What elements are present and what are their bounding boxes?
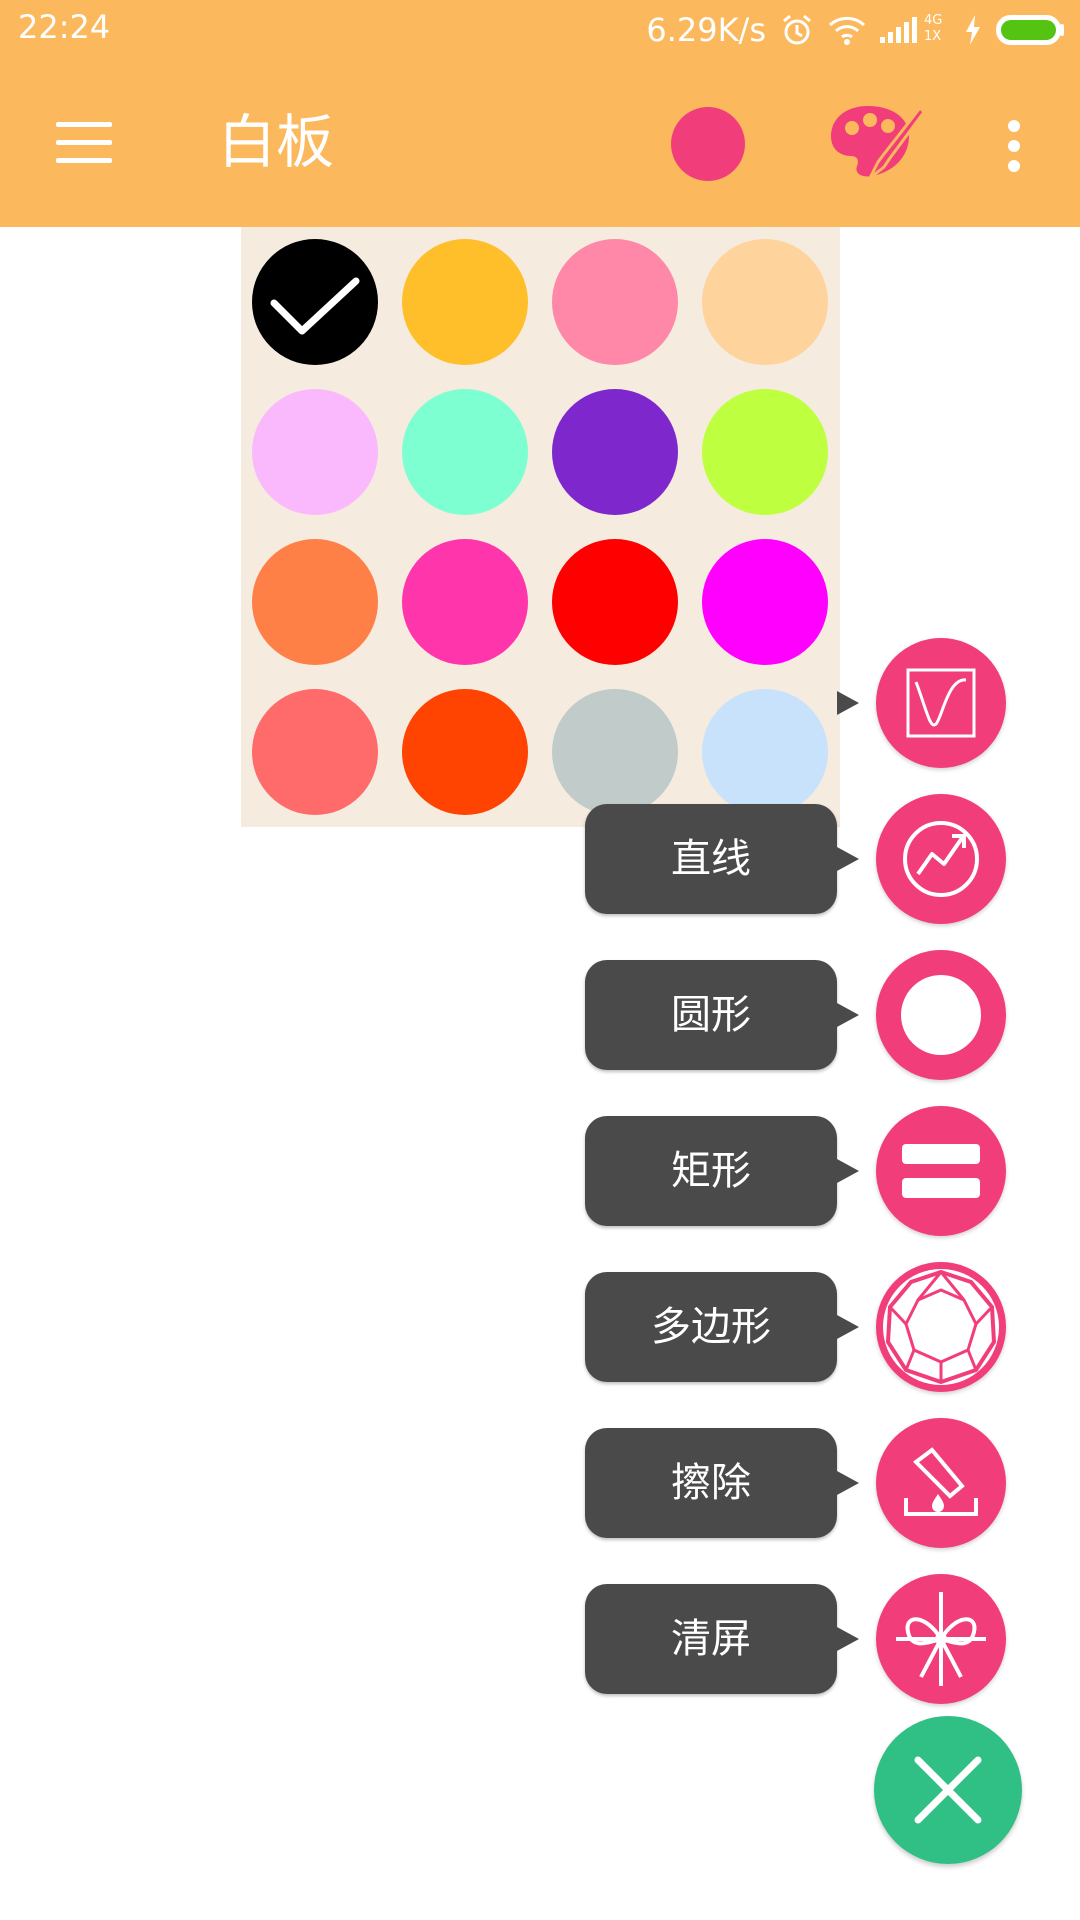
tool-menu-pointer — [837, 1627, 859, 1651]
status-time: 22:24 — [18, 8, 111, 46]
freehand-curve-button[interactable] — [876, 638, 1006, 768]
network-badge-bottom: 1X — [924, 29, 942, 44]
tool-menu-label[interactable]: 矩形 — [585, 1116, 837, 1226]
page-title: 白板 — [218, 108, 335, 176]
rectangle-icon — [902, 1144, 980, 1198]
tool-menu-label[interactable]: 直线 — [585, 804, 837, 914]
alarm-icon — [780, 13, 814, 47]
tool-menu-pointer — [837, 1471, 859, 1495]
polygon-diamond-button[interactable] — [876, 1262, 1006, 1392]
tool-menu-item: 擦除 — [0, 1418, 1080, 1548]
circle-ring-icon — [901, 975, 981, 1055]
network-badge-top: 4G — [924, 13, 943, 28]
circle-ring-button[interactable] — [876, 950, 1006, 1080]
tool-menu-pointer — [837, 691, 859, 715]
tool-menu-item: 直线 — [0, 794, 1080, 924]
hamburger-menu-icon[interactable] — [56, 122, 112, 164]
tool-menu-label[interactable]: 圆形 — [585, 960, 837, 1070]
eraser-button[interactable] — [876, 1418, 1006, 1548]
tool-menu-pointer — [837, 847, 859, 871]
tool-menu-item: 多边形 — [0, 1262, 1080, 1392]
wifi-icon — [828, 15, 866, 45]
tool-menu-item — [0, 638, 1080, 768]
eraser-icon — [904, 1447, 978, 1516]
more-vertical-icon[interactable] — [1004, 120, 1024, 172]
app-bar: 22:24 6.29K/s 4G 1X 白板 — [0, 0, 1080, 227]
color-swatch[interactable] — [402, 239, 528, 365]
freehand-curve-icon — [906, 668, 976, 738]
palette-icon[interactable] — [826, 100, 926, 186]
tool-menu-item: 清屏 — [0, 1574, 1080, 1704]
status-icons: 6.29K/s 4G 1X — [646, 8, 1066, 52]
close-icon — [914, 1756, 982, 1824]
tool-menu-item: 圆形 — [0, 950, 1080, 1080]
tool-menu-label[interactable]: 擦除 — [585, 1428, 837, 1538]
net-speed: 6.29K/s — [646, 11, 766, 49]
line-chart-icon — [903, 821, 979, 897]
color-swatch[interactable] — [252, 389, 378, 515]
clear-screen-icon — [896, 1592, 986, 1686]
close-fab-button[interactable] — [874, 1716, 1022, 1864]
color-swatch[interactable] — [702, 239, 828, 365]
tool-menu-item: 矩形 — [0, 1106, 1080, 1236]
clear-screen-button[interactable] — [876, 1574, 1006, 1704]
tool-menu-pointer — [837, 1159, 859, 1183]
tool-menu-label[interactable]: 多边形 — [585, 1272, 837, 1382]
rectangle-button[interactable] — [876, 1106, 1006, 1236]
color-swatch[interactable] — [552, 239, 678, 365]
color-swatch[interactable] — [402, 389, 528, 515]
color-swatch[interactable] — [252, 239, 378, 365]
check-icon — [270, 277, 360, 335]
polygon-diamond-icon — [883, 1269, 999, 1385]
charging-icon — [964, 15, 982, 45]
signal-icon: 4G 1X — [880, 13, 950, 47]
battery-icon — [996, 15, 1066, 45]
color-swatch[interactable] — [552, 389, 678, 515]
tool-menu-pointer — [837, 1315, 859, 1339]
tool-menu-pointer — [837, 1003, 859, 1027]
line-chart-button[interactable] — [876, 794, 1006, 924]
current-color-button[interactable] — [671, 107, 745, 181]
color-swatch[interactable] — [702, 389, 828, 515]
tool-menu-label[interactable]: 清屏 — [585, 1584, 837, 1694]
